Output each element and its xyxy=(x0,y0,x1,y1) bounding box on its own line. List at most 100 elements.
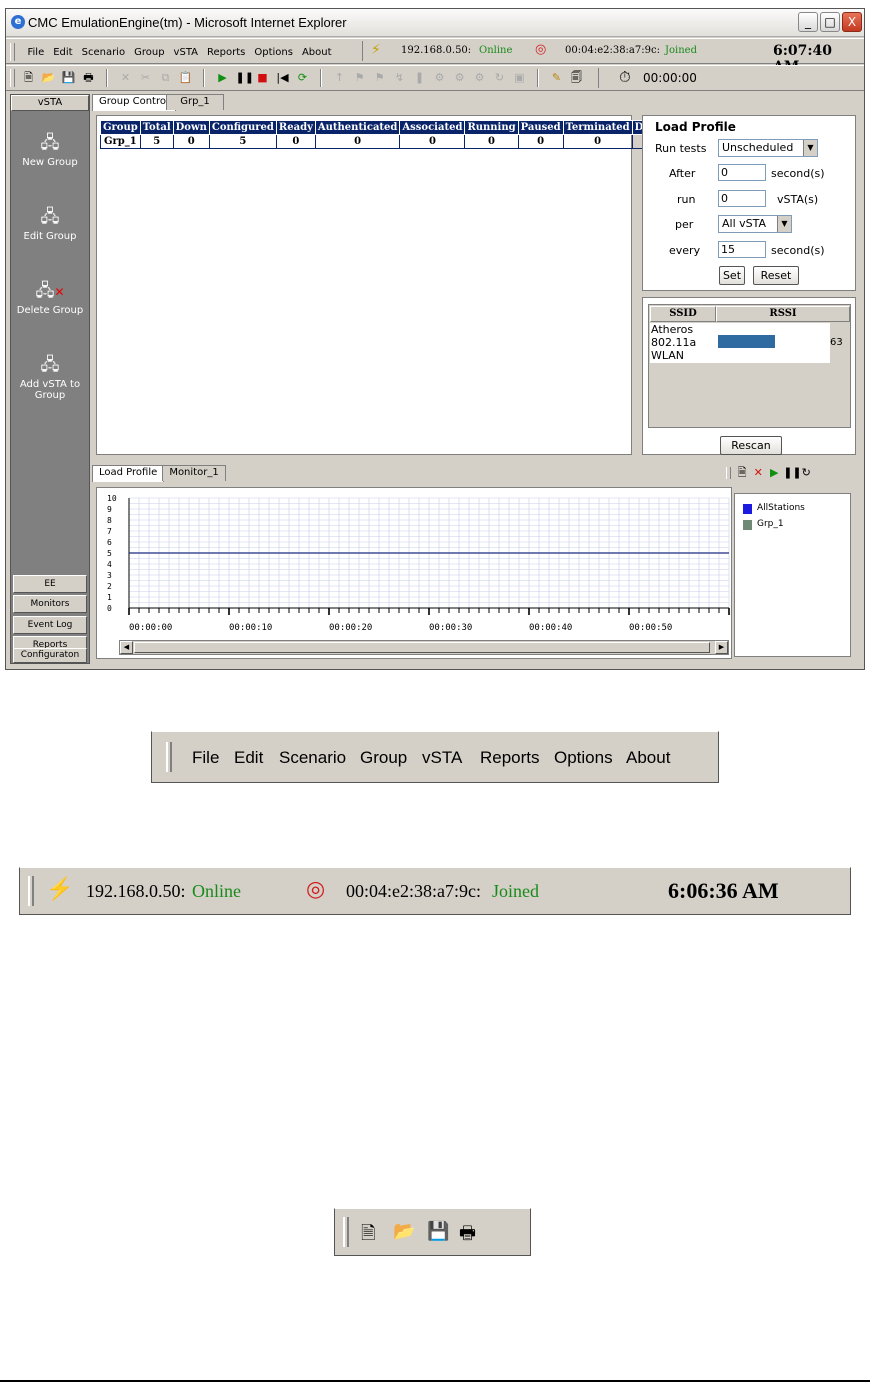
new-icon[interactable]: 🗎 xyxy=(361,1221,375,1251)
run-input[interactable]: 0 xyxy=(718,190,766,207)
ssid-cell[interactable]: Atheros 802.11a WLAN xyxy=(650,323,716,363)
column-header[interactable]: Ready xyxy=(275,120,316,135)
zoom-menu-vsta[interactable]: vSTA xyxy=(422,748,462,768)
nav-ee-button[interactable]: EE xyxy=(13,575,87,593)
disabled-tool-icon[interactable]: ⚙ xyxy=(453,71,467,85)
zoom-menu-group[interactable]: Group xyxy=(360,748,407,768)
run-tests-select[interactable]: Unscheduled ▼ xyxy=(718,139,818,157)
refresh-icon[interactable]: ↻ xyxy=(799,466,813,480)
reset-button[interactable]: Reset xyxy=(753,266,799,285)
disabled-tool-icon[interactable]: ⚙ xyxy=(433,71,447,85)
scroll-right-icon[interactable]: ▶ xyxy=(715,641,728,654)
report-icon[interactable]: 🗎 xyxy=(735,466,749,480)
open-icon[interactable]: 📂 xyxy=(393,1221,415,1242)
paste-icon[interactable]: 📋 xyxy=(179,71,193,85)
after-input[interactable]: 0 xyxy=(718,164,766,181)
copy-icon[interactable]: ⧉ xyxy=(159,71,173,85)
scenario-icon[interactable]: ✎ xyxy=(550,71,564,85)
zoom-menu-edit[interactable]: Edit xyxy=(234,748,263,768)
network-icon: ⚡ xyxy=(371,42,381,58)
per-select[interactable]: All vSTA ▼ xyxy=(718,215,792,233)
horizontal-scrollbar[interactable]: ◀ ▶ xyxy=(119,640,729,655)
maximize-button[interactable]: □ xyxy=(820,12,840,32)
y-tick-label: 8 xyxy=(107,516,112,525)
zoom-menu-file[interactable]: File xyxy=(192,748,219,768)
column-header[interactable]: Down xyxy=(172,120,210,135)
toolbar-grip[interactable] xyxy=(166,742,172,772)
zoom-menu-options[interactable]: Options xyxy=(554,748,613,768)
zoom-menu-scenario[interactable]: Scenario xyxy=(279,748,346,768)
nav-configuration-button[interactable]: Configuraton xyxy=(13,648,87,663)
column-header[interactable]: Configured xyxy=(208,120,277,135)
x-tick-label: 00:00:30 xyxy=(429,623,472,633)
refresh-icon[interactable]: ⟳ xyxy=(296,71,310,85)
column-header[interactable]: Total xyxy=(139,120,174,135)
zoom-menu-reports[interactable]: Reports xyxy=(480,748,540,768)
rssi-header[interactable]: RSSI xyxy=(716,306,850,322)
nav-monitors-button[interactable]: Monitors xyxy=(13,595,87,613)
tab-monitor-1[interactable]: Monitor_1 xyxy=(162,465,226,481)
menu-options[interactable]: Options xyxy=(254,47,293,58)
column-header[interactable]: Terminated xyxy=(562,120,633,135)
disabled-tool-icon[interactable]: ❚ xyxy=(413,71,427,85)
delete-icon[interactable]: ✕ xyxy=(119,71,133,85)
set-button[interactable]: Set xyxy=(719,266,745,285)
disabled-tool-icon[interactable]: ⚑ xyxy=(353,71,367,85)
tab-load-profile[interactable]: Load Profile xyxy=(92,465,165,482)
zoom-menu-about[interactable]: About xyxy=(626,748,670,768)
menu-file[interactable]: File xyxy=(28,47,45,58)
scroll-left-icon[interactable]: ◀ xyxy=(120,641,133,654)
toolbar-grip[interactable] xyxy=(343,1217,349,1247)
print-icon[interactable]: 🖶 xyxy=(82,71,96,85)
rewind-icon[interactable]: |◀ xyxy=(276,71,290,85)
every-input[interactable]: 15 xyxy=(718,241,766,258)
edit-group-button[interactable]: 🖧 Edit Group xyxy=(11,207,89,242)
menu-vsta[interactable]: vSTA xyxy=(174,47,198,58)
open-icon[interactable]: 📂 xyxy=(42,71,56,85)
menu-group[interactable]: Group xyxy=(134,47,164,58)
column-header[interactable]: Paused xyxy=(517,120,564,135)
toolbar-grip[interactable] xyxy=(28,876,34,906)
save-icon[interactable]: 💾 xyxy=(62,71,76,85)
report-icon[interactable]: 🗐 xyxy=(570,71,584,85)
disabled-tool-icon[interactable]: ↯ xyxy=(393,71,407,85)
save-icon[interactable]: 💾 xyxy=(427,1221,449,1242)
stop-icon[interactable]: ■ xyxy=(256,71,270,85)
new-icon[interactable]: 🗎 xyxy=(22,71,36,85)
menu-scenario[interactable]: Scenario xyxy=(82,47,125,58)
toolbar-grip[interactable] xyxy=(10,69,15,87)
table-row[interactable]: Grp_15050000000 xyxy=(100,134,667,149)
column-header[interactable]: Authenticated xyxy=(314,120,401,135)
delete-icon[interactable]: ✕ xyxy=(751,466,765,480)
scroll-thumb[interactable] xyxy=(134,642,710,653)
play-icon[interactable]: ▶ xyxy=(767,466,781,480)
column-header[interactable]: Running xyxy=(464,120,519,135)
disabled-tool-icon[interactable]: ⚙ xyxy=(473,71,487,85)
disabled-tool-icon[interactable]: ▣ xyxy=(513,71,527,85)
delete-group-button[interactable]: 🖧✕ Delete Group xyxy=(11,281,89,316)
new-group-button[interactable]: 🖧 New Group xyxy=(11,133,89,168)
tab-group-control[interactable]: Group Control xyxy=(92,94,176,111)
pause-icon[interactable]: ❚❚ xyxy=(783,466,801,480)
column-header[interactable]: Group xyxy=(100,120,141,135)
tab-grp-1[interactable]: Grp_1 xyxy=(166,94,224,110)
nav-header-vsta[interactable]: vSTA xyxy=(11,95,89,111)
column-header[interactable]: Associated xyxy=(399,120,466,135)
nav-event-log-button[interactable]: Event Log xyxy=(13,616,87,634)
disabled-tool-icon[interactable]: ⚑ xyxy=(373,71,387,85)
ssid-header[interactable]: SSID xyxy=(650,306,716,322)
rescan-button[interactable]: Rescan xyxy=(720,436,782,455)
pause-icon[interactable]: ❚❚ xyxy=(236,71,254,85)
disabled-tool-icon[interactable]: ↻ xyxy=(493,71,507,85)
cut-icon[interactable]: ✂ xyxy=(139,71,153,85)
disabled-tool-icon[interactable]: ↑ xyxy=(333,71,347,85)
menu-edit[interactable]: Edit xyxy=(53,47,72,58)
print-icon[interactable]: 🖶 xyxy=(459,1221,476,1251)
close-button[interactable]: X xyxy=(842,12,862,32)
play-icon[interactable]: ▶ xyxy=(216,71,230,85)
menu-about[interactable]: About xyxy=(302,47,332,58)
menu-reports[interactable]: Reports xyxy=(207,47,245,58)
add-vsta-button[interactable]: 🖧 Add vSTA to Group xyxy=(11,355,89,401)
minimize-button[interactable]: _ xyxy=(798,12,818,32)
toolbar-grip[interactable] xyxy=(10,43,15,61)
